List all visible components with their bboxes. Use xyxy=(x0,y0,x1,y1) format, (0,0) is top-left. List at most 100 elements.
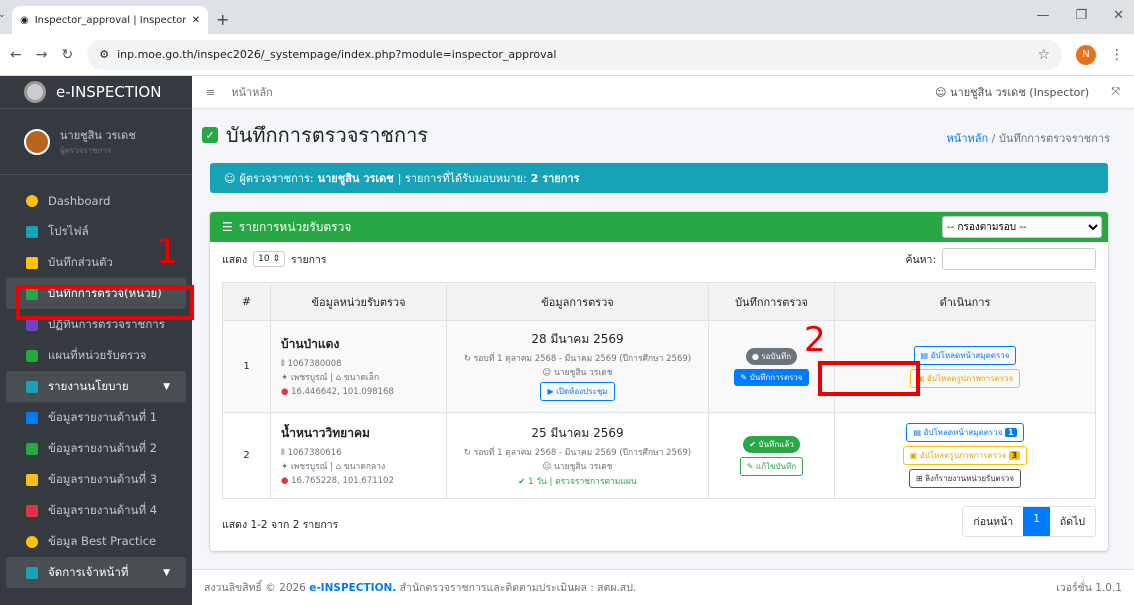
edit-record-button[interactable]: ✎ แก้ไขบันทึก xyxy=(739,456,804,476)
school-name: บ้านป่าแดง xyxy=(281,336,340,351)
duration-text: 1 วัน | ตรวจราชการตามแผน xyxy=(528,476,637,487)
table-summary: แสดง 1-2 จาก 2 รายการ xyxy=(222,519,339,531)
breadcrumb-current: บันทึกการตรวจราชการ xyxy=(998,132,1110,145)
minimize-icon[interactable]: — xyxy=(1036,8,1049,23)
url-text: inp.moe.go.th/inspec2026/_systempage/ind… xyxy=(117,48,557,61)
page-length-value: 10 xyxy=(258,254,270,264)
sidebar-item-report-2[interactable]: ข้อมูลรายงานด้านที่ 2 xyxy=(0,433,192,464)
search-input[interactable] xyxy=(942,248,1096,270)
browser-menu-icon[interactable]: ⋮ xyxy=(1110,47,1124,63)
close-tab-icon[interactable]: ✕ xyxy=(192,15,200,26)
sidebar-item-report-4[interactable]: ข้อมูลรายงานด้านที่ 4 xyxy=(0,495,192,526)
sidebar-item-report-3[interactable]: ข้อมูลรายงานด้านที่ 3 xyxy=(0,464,192,495)
tab-search-icon[interactable]: ⌄ xyxy=(0,10,6,20)
profile-avatar[interactable]: N xyxy=(1076,44,1096,65)
restore-icon[interactable]: ❐ xyxy=(1075,8,1087,23)
action-label: อัปโหลดหน้าสมุดตรวจ xyxy=(923,428,1003,437)
list-icon: ☰ xyxy=(222,220,233,234)
info-count: 2 รายการ xyxy=(530,172,580,185)
open-meeting-button[interactable]: ▶ เปิดห้องประชุม xyxy=(540,382,615,401)
footer-brand[interactable]: e-INSPECTION. xyxy=(309,582,396,594)
col-header: # xyxy=(222,282,271,321)
page-length-select[interactable]: 10 ⇕ xyxy=(253,251,285,267)
info-mid: | รายการที่ได้รับมอบหมาย: xyxy=(397,172,527,185)
unit-report-link-button[interactable]: ⊞ ลิงก์รายงานหน่วยรับตรวจ xyxy=(908,469,1022,488)
unit-info: น้ำหนาววิทยาคม ⦀ 1067380616 ✦ เพชรบูรณ์ … xyxy=(270,412,447,499)
chevron-down-icon: ▼ xyxy=(163,567,170,578)
page-1-button[interactable]: 1 xyxy=(1023,507,1050,536)
inspection-info: 25 มีนาคม 2569 ↻ รอบที่ 1 ตุลาคม 2568 - … xyxy=(446,412,709,499)
user-icon: ☺ xyxy=(542,368,554,378)
fullscreen-icon[interactable]: ⤧ xyxy=(1111,85,1120,99)
dashboard-icon xyxy=(26,194,38,207)
browser-tab[interactable]: ◉ Inspector_approval | Inspector ✕ xyxy=(12,6,208,34)
actions-cell: ▤ อัปโหลดหน้าสมุดตรวจ 1 ▣ อัปโหลดรูปภาพก… xyxy=(834,412,1096,499)
round-filter-select[interactable]: -- กรองตามรอบ -- xyxy=(942,216,1102,238)
hamburger-icon[interactable]: ≡ xyxy=(206,86,215,99)
sidebar-item-dashboard[interactable]: Dashboard xyxy=(0,185,192,216)
inspector-info-banner: ☺ ผู้ตรวจราชการ: นายชูสิน วรเดช | รายการ… xyxy=(210,163,1108,193)
action-label: อัปโหลดรูปภาพการตรวจ xyxy=(919,451,1007,460)
version: เวอร์ชั่น 1.0.1 xyxy=(1056,582,1122,594)
school-code: 1067380616 xyxy=(287,447,342,458)
brand-logo xyxy=(24,81,46,103)
user-icon xyxy=(26,225,38,238)
status-label: รอบันทึก xyxy=(761,351,792,361)
new-tab-button[interactable]: + xyxy=(216,10,229,29)
footer-org: สำนักตรวจราชการและติดตามประเมินผล : สตผ.… xyxy=(399,582,637,594)
location-icon: ● xyxy=(281,386,292,397)
breadcrumb-home[interactable]: หน้าหลัก xyxy=(947,132,989,145)
check-icon: ✓ xyxy=(202,127,218,143)
site-info-icon[interactable]: ⚙ xyxy=(99,48,109,61)
sidebar-item-label: ข้อมูลรายงานด้านที่ 4 xyxy=(48,502,158,517)
nav-home-link[interactable]: หน้าหลัก xyxy=(231,83,273,101)
inspector-name: นายชูสิน วรเดช xyxy=(554,368,613,378)
prev-page-button[interactable]: ก่อนหน้า xyxy=(963,507,1023,536)
next-page-button[interactable]: ถัดไป xyxy=(1050,507,1095,536)
sidebar-item-label: แผนที่หน่วยรับตรวจ xyxy=(48,347,147,362)
count-badge: 1 xyxy=(1004,428,1017,437)
globe-icon: ◉ xyxy=(20,14,29,26)
copyright: สงวนลิขสิทธิ์ © 2026 xyxy=(204,582,306,594)
row-number: 2 xyxy=(222,412,271,499)
inspection-date: 28 มีนาคม 2569 xyxy=(531,332,624,346)
page-title: ✓ บันทึกการตรวจราชการ xyxy=(202,119,428,151)
col-header: ดำเนินการ xyxy=(834,282,1096,321)
award-icon xyxy=(26,535,38,548)
file-icon xyxy=(26,504,38,517)
user-icon: ☺ xyxy=(935,86,950,99)
pin-icon: ✦ xyxy=(281,372,291,383)
sidebar-item-report-1[interactable]: ข้อมูลรายงานด้านที่ 1 xyxy=(0,402,192,433)
user-panel[interactable]: นายชูสิน วรเดช ผู้ตรวจราชการ xyxy=(0,109,192,175)
col-header: ข้อมูลการตรวจ xyxy=(446,282,709,321)
sidebar-item-best-practice[interactable]: ข้อมูล Best Practice xyxy=(0,526,192,557)
report-icon xyxy=(26,380,38,393)
page-header: ✓ บันทึกการตรวจราชการ หน้าหลัก / บันทึกกา… xyxy=(192,109,1134,161)
inspector-name: นายชูสิน วรเดช xyxy=(554,461,613,472)
navbar-user[interactable]: ☺ นายชูสิน วรเดช (Inspector) xyxy=(935,83,1089,101)
record-inspection-button[interactable]: ✎ บันทึกการตรวจ xyxy=(734,368,809,386)
upload-photo-button[interactable]: ▣ อัปโหลดรูปภาพการตรวจ xyxy=(909,368,1021,388)
upload-notebook-button[interactable]: ▤ อัปโหลดหน้าสมุดตรวจ xyxy=(913,345,1017,365)
upload-photo-button[interactable]: ▣ อัปโหลดรูปภาพการตรวจ 3 xyxy=(902,446,1028,465)
user-icon: ☺ xyxy=(542,461,554,472)
info-name: นายชูสิน วรเดช xyxy=(317,172,394,185)
annotation-number-1: 1 xyxy=(156,232,178,272)
users-icon xyxy=(26,566,38,579)
close-window-icon[interactable]: ✕ xyxy=(1113,8,1124,23)
sidebar-item-map[interactable]: แผนที่หน่วยรับตรวจ xyxy=(0,340,192,371)
navbar-user-label: นายชูสิน วรเดช (Inspector) xyxy=(950,86,1090,99)
sidebar-item-policy-report[interactable]: รายงานนโยบาย ▼ xyxy=(6,371,186,402)
page-footer: สงวนลิขสิทธิ์ © 2026 e-INSPECTION. สำนัก… xyxy=(192,569,1134,605)
back-icon[interactable]: ← xyxy=(10,47,22,63)
forward-icon[interactable]: → xyxy=(36,47,48,63)
annotation-box-1 xyxy=(16,285,194,320)
table-controls: แสดง 10 ⇕ รายการ ค้นหา: xyxy=(210,242,1108,276)
brand[interactable]: e-INSPECTION xyxy=(0,76,192,109)
reload-icon[interactable]: ↻ xyxy=(61,47,73,63)
url-field[interactable]: ⚙ inp.moe.go.th/inspec2026/_systempage/i… xyxy=(87,39,1062,70)
bookmark-star-icon[interactable]: ☆ xyxy=(1037,47,1050,63)
upload-notebook-button[interactable]: ▤ อัปโหลดหน้าสมุดตรวจ 1 xyxy=(906,423,1024,442)
sidebar-item-label: จัดการเจ้าหน้าที่ xyxy=(48,564,129,579)
sidebar-item-staff[interactable]: จัดการเจ้าหน้าที่ ▼ xyxy=(6,557,186,588)
